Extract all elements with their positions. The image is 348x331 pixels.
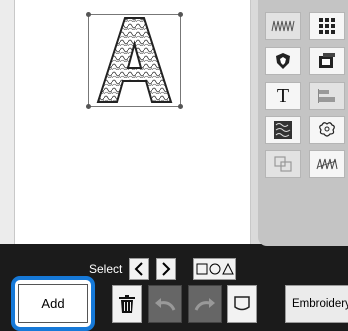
hand-stitch-icon xyxy=(316,158,338,170)
hand-stitch-tool[interactable] xyxy=(309,150,345,178)
shield-emblem-tool[interactable] xyxy=(265,47,301,75)
resize-handle-top-right[interactable] xyxy=(178,12,183,17)
select-label: Select xyxy=(89,262,123,276)
stitch-pattern-icon xyxy=(271,20,295,32)
flower-tool[interactable] xyxy=(309,116,345,144)
embroidery-button[interactable]: Embroidery xyxy=(285,285,348,323)
texture-pattern-icon xyxy=(274,121,292,139)
layers-icon xyxy=(274,156,292,172)
select-previous-button[interactable] xyxy=(129,258,149,280)
resize-handle-bottom-left[interactable] xyxy=(86,104,91,109)
delete-button[interactable] xyxy=(112,285,142,323)
left-margin-strip xyxy=(0,0,14,244)
grid-pattern-tool[interactable] xyxy=(309,12,345,40)
frame-shape-icon xyxy=(234,296,250,311)
resize-handle-top-left[interactable] xyxy=(86,12,91,17)
texture-pattern-tool[interactable] xyxy=(265,116,301,144)
select-shape-button[interactable] xyxy=(193,258,236,280)
add-button[interactable]: Add xyxy=(18,284,88,323)
shield-emblem-icon xyxy=(276,53,290,69)
chevron-right-icon xyxy=(162,262,171,276)
frame-pattern-tool[interactable] xyxy=(309,47,345,75)
selected-design[interactable] xyxy=(86,12,183,109)
select-shapes-icon xyxy=(196,262,234,275)
chevron-left-icon xyxy=(134,262,143,276)
redo-button[interactable] xyxy=(188,285,222,323)
text-icon: T xyxy=(276,84,290,107)
undo-button[interactable] xyxy=(148,285,182,323)
frame-pattern-icon xyxy=(319,53,335,68)
flower-icon xyxy=(319,122,335,137)
selection-box xyxy=(88,14,181,107)
undo-icon xyxy=(155,298,176,311)
tool-palette: T xyxy=(258,0,348,246)
stitch-pattern-tool[interactable] xyxy=(265,12,301,40)
align-tool[interactable] xyxy=(309,82,345,110)
trash-icon xyxy=(119,295,135,313)
text-tool[interactable]: T xyxy=(265,82,301,110)
layers-tool[interactable] xyxy=(265,150,301,178)
select-next-button[interactable] xyxy=(156,258,176,280)
redo-icon xyxy=(194,298,215,311)
align-icon xyxy=(318,89,335,103)
frame-button[interactable] xyxy=(227,285,257,323)
grid-pattern-icon xyxy=(319,18,335,34)
resize-handle-bottom-right[interactable] xyxy=(178,104,183,109)
